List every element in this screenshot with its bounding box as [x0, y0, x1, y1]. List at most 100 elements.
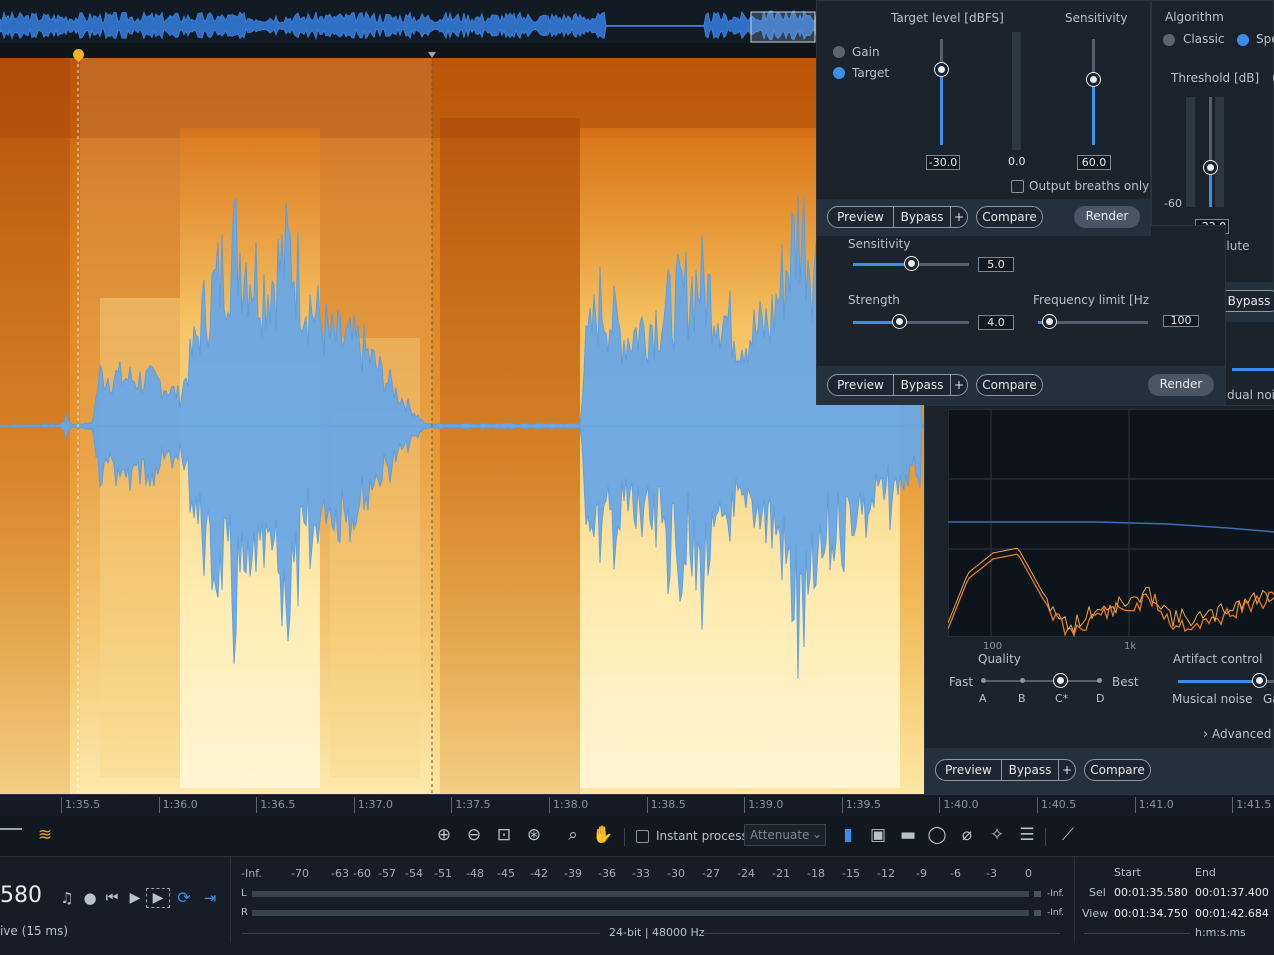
skip-back-icon[interactable]: ⏮	[100, 885, 124, 911]
meter-scale-label: -57	[378, 867, 396, 880]
headphones-icon[interactable]: ♫	[55, 885, 79, 911]
gain-label: Gain	[852, 45, 880, 59]
breath-render-button[interactable]: Render	[1074, 206, 1140, 228]
instant-process-checkbox[interactable]	[636, 830, 649, 843]
selection-end-marker[interactable]	[428, 52, 436, 58]
zoom-selection-icon[interactable]: ⊡	[492, 822, 516, 848]
end-label: End	[1195, 866, 1216, 879]
waveform-spectrogram-toggle-icon[interactable]: ≋	[33, 822, 57, 848]
declick-strength-slider[interactable]	[853, 321, 969, 324]
declick-preview-button[interactable]: Preview	[827, 374, 894, 396]
breath-sensitivity-value[interactable]: 60.0	[1077, 155, 1111, 170]
declick-bypass-button[interactable]: Bypass	[893, 374, 951, 396]
spectrum-compare-button[interactable]: Compare	[1084, 759, 1151, 781]
sel-start[interactable]: 00:01:35.580	[1114, 886, 1188, 899]
declick-render-button[interactable]: Render	[1148, 374, 1214, 396]
declick-button-bar: Preview Bypass + Compare Render	[817, 366, 1225, 405]
quality-label: Quality	[978, 652, 1021, 666]
gain-envelope-icon[interactable]: ⟋	[1056, 822, 1080, 848]
hand-tool-icon[interactable]: ✋	[591, 822, 615, 848]
play-icon[interactable]: ▶	[123, 885, 147, 911]
magnify-icon[interactable]: ⌕	[561, 822, 585, 848]
target-label: Target	[852, 66, 890, 80]
instant-process-mode-select[interactable]: Attenuate ⌄	[744, 824, 826, 846]
zoom-slider-stub[interactable]	[0, 828, 22, 830]
quality-knob[interactable]	[1054, 674, 1067, 687]
target-level-slider[interactable]	[940, 39, 943, 145]
time-ruler[interactable]: 1:35.5 1:36.0 1:36.5 1:37.0 1:37.5 1:38.0 1:38…	[0, 794, 1274, 816]
frequency-selection-icon[interactable]: ▬	[896, 822, 920, 848]
breath-plus-button[interactable]: +	[950, 206, 968, 228]
play-selection-icon[interactable]: ▶	[146, 888, 170, 908]
fast-label: Fast	[949, 675, 974, 689]
harmonic-selection-icon[interactable]: ☰	[1015, 822, 1039, 848]
declick-plus-button[interactable]: +	[950, 374, 968, 396]
time-selection-tool-icon[interactable]: ▮	[836, 822, 860, 848]
overview-waveform[interactable]	[0, 0, 816, 43]
gain-value: 0.0	[1008, 155, 1026, 168]
loop-icon[interactable]: ⟳	[172, 885, 196, 911]
noise-spectrum-graph	[948, 409, 1274, 637]
zoom-fit-icon[interactable]: ⊛	[522, 822, 546, 848]
classic-radio[interactable]	[1163, 34, 1175, 46]
target-level-value[interactable]: -30.0	[926, 155, 960, 170]
magic-wand-icon[interactable]: ✧	[985, 822, 1009, 848]
meter-scale-label: -33	[632, 867, 650, 880]
spectrogram-view[interactable]	[0, 58, 924, 794]
breath-compare-button[interactable]: Compare	[976, 206, 1043, 228]
spectrum-bypass-button[interactable]: Bypass	[1001, 759, 1059, 781]
freq-limit-value[interactable]: 100	[1163, 315, 1199, 327]
axis-100-label: 100	[983, 641, 1003, 652]
brush-tool-icon[interactable]: ⌀	[955, 822, 979, 848]
breath-sensitivity-label: Sensitivity	[1065, 11, 1128, 25]
zoom-in-icon[interactable]: ⊕	[432, 822, 456, 848]
declick-panel: Sensitivity 5.0 Strength 4.0 Frequency l…	[816, 225, 1226, 405]
target-level-knob[interactable]	[935, 63, 948, 76]
breath-bypass-button[interactable]: Bypass	[893, 206, 951, 228]
view-start[interactable]: 00:01:34.750	[1114, 907, 1188, 920]
spectral-radio[interactable]	[1237, 34, 1249, 46]
freq-limit-knob[interactable]	[1043, 315, 1056, 328]
threshold-slider-knob[interactable]	[1204, 161, 1217, 174]
meter-scale-label: -36	[598, 867, 616, 880]
artifact-control-knob[interactable]	[1253, 674, 1266, 687]
spectrum-preview-button[interactable]: Preview	[935, 759, 1002, 781]
breath-preview-button[interactable]: Preview	[827, 206, 894, 228]
zoom-out-icon[interactable]: ⊖	[462, 822, 486, 848]
advanced-toggle[interactable]: › Advanced	[1203, 727, 1271, 742]
meter-scale-label: -24	[737, 867, 755, 880]
time-frequency-selection-icon[interactable]: ▣	[866, 822, 890, 848]
breath-sensitivity-knob[interactable]	[1087, 73, 1100, 86]
algorithm-label: Algorithm	[1165, 10, 1224, 24]
overview-view-window	[750, 11, 816, 43]
declick-strength-knob[interactable]	[893, 315, 906, 328]
lasso-tool-icon[interactable]: ◯	[925, 822, 949, 848]
declick-sensitivity-value[interactable]: 5.0	[978, 257, 1014, 272]
view-end[interactable]: 00:01:42.684	[1195, 907, 1269, 920]
spectrum-plus-button[interactable]: +	[1058, 759, 1076, 781]
best-label: Best	[1112, 675, 1139, 689]
quality-c-label: C*	[1055, 692, 1069, 705]
output-breaths-only-checkbox[interactable]	[1011, 180, 1024, 193]
meter-scale-label: -45	[497, 867, 515, 880]
chevron-right-icon: ›	[1203, 727, 1209, 742]
ruler-tick: 1:36.0	[158, 797, 198, 813]
threshold-scale-min: -60	[1164, 197, 1182, 210]
breath-sensitivity-slider[interactable]	[1092, 39, 1095, 145]
sel-end[interactable]: 00:01:37.400	[1195, 886, 1269, 899]
declick-strength-value[interactable]: 4.0	[978, 315, 1014, 330]
spectrum-button-bar: Preview Bypass + Compare	[925, 748, 1273, 794]
meter-scale-label: -48	[466, 867, 484, 880]
target-radio[interactable]	[833, 67, 845, 79]
quality-a-label: A	[979, 692, 987, 705]
quality-slider[interactable]	[981, 680, 1099, 682]
follow-playhead-icon[interactable]: ⇥	[198, 885, 222, 911]
gain-radio[interactable]	[833, 46, 845, 58]
quality-d-label: D	[1096, 692, 1105, 705]
declick-compare-button[interactable]: Compare	[976, 374, 1043, 396]
record-icon[interactable]: ●	[78, 885, 102, 911]
declick-sensitivity-knob[interactable]	[905, 257, 918, 270]
threshold-slider[interactable]	[1209, 97, 1212, 207]
musical-noise-label: Musical noise	[1172, 692, 1253, 706]
time-readout: 580	[0, 883, 42, 908]
